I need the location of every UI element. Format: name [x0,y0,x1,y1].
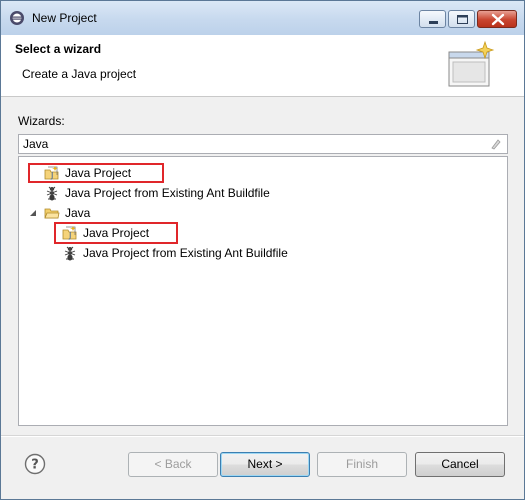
window-title: New Project [32,11,97,25]
tree-item-label: Java [65,206,91,220]
svg-text:J: J [50,171,53,180]
cancel-button[interactable]: Cancel [415,452,505,477]
svg-text:?: ? [31,458,39,473]
back-button[interactable]: < Back [128,452,218,477]
close-button[interactable] [477,10,517,28]
folder-icon [44,208,60,219]
help-icon[interactable]: ? [24,453,46,475]
minimize-button[interactable] [419,10,446,28]
svg-text:J: J [68,231,71,240]
new-wizard-banner-icon [448,40,495,87]
java-project-icon: J [44,166,59,180]
maximize-button[interactable] [448,10,475,28]
clear-filter-icon[interactable] [490,138,502,150]
new-project-dialog: New Project Select a wizard Create a Jav… [0,0,525,500]
tree-item-label: Java Project [83,226,150,240]
tree-item-label: Java Project from Existing Ant Buildfile [65,186,270,200]
title-bar[interactable]: New Project [1,1,524,35]
finish-button[interactable]: Finish [317,452,407,477]
ant-icon [64,246,76,261]
wizard-tree[interactable]: J Java Project Java Project from Existin… [18,156,508,426]
java-project-icon: J [62,226,77,240]
next-button[interactable]: Next > [220,452,310,477]
wizard-header: Select a wizard Create a Java project [1,35,524,97]
minimize-icon [429,21,438,24]
tree-item-label: Java Project [65,166,132,180]
page-title: Select a wizard [15,42,102,56]
close-icon [491,13,505,26]
expand-arrow-icon[interactable] [29,205,38,221]
ant-icon [46,186,58,201]
page-description: Create a Java project [22,67,137,81]
tree-item-label: Java Project from Existing Ant Buildfile [83,246,288,260]
maximize-icon [457,15,468,24]
wizard-filter-input[interactable] [18,134,508,154]
footer-separator [1,435,524,437]
wizards-label: Wizards: [18,114,65,128]
eclipse-app-icon [10,11,24,25]
